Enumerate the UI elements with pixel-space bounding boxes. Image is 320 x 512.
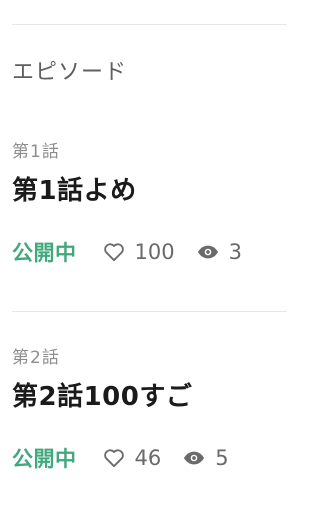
heart-outline-icon <box>103 242 125 262</box>
status-badge: 公開中 <box>12 241 77 265</box>
episode-number: 第2話 <box>12 348 60 368</box>
episode-meta: 公開中 100 3 <box>12 238 282 266</box>
episode-title: 第1話よめ <box>12 176 137 206</box>
views-count: 3 <box>197 240 242 264</box>
likes-value: 100 <box>134 240 175 264</box>
views-value: 3 <box>228 240 242 264</box>
views-count: 5 <box>183 446 229 470</box>
episode-divider <box>12 311 287 312</box>
likes-count: 46 <box>103 446 162 470</box>
episode-item-1[interactable]: 第1話 第1話よめ 公開中 100 3 <box>12 141 282 266</box>
episode-number: 第1話 <box>12 142 60 162</box>
likes-value: 46 <box>134 446 162 470</box>
episode-meta: 公開中 46 5 <box>12 444 282 472</box>
likes-count: 100 <box>103 240 175 264</box>
episode-item-2[interactable]: 第2話 第2話100すご 公開中 46 5 <box>12 347 282 472</box>
section-title: エピソード <box>12 60 128 85</box>
top-divider <box>12 24 287 25</box>
eye-icon <box>197 245 219 259</box>
heart-outline-icon <box>103 448 125 468</box>
episode-list-page: エピソード 第1話 第1話よめ 公開中 100 3 第2話 第2話100すご 公… <box>0 0 287 512</box>
eye-icon <box>183 451 205 465</box>
episode-title: 第2話100すご <box>12 382 193 412</box>
views-value: 5 <box>215 446 229 470</box>
status-badge: 公開中 <box>12 447 77 471</box>
